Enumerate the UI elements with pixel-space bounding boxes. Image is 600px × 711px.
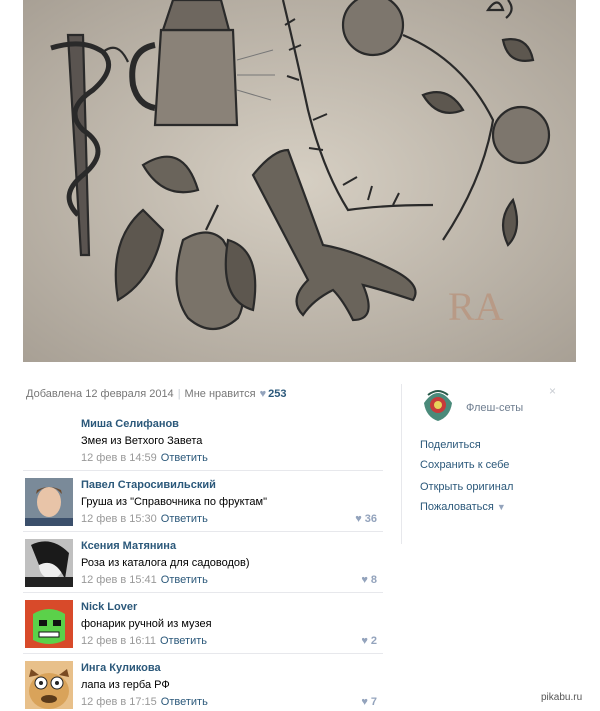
- comment-date[interactable]: 12 фев в 17:15: [81, 696, 157, 708]
- heart-icon: ♥: [355, 513, 362, 525]
- report-link[interactable]: Пожаловаться ▼: [420, 501, 513, 514]
- comment-author[interactable]: Миша Селифанов: [81, 418, 381, 431]
- avatar[interactable]: [25, 417, 73, 465]
- comment-author[interactable]: Ксения Матянина: [81, 540, 381, 553]
- avatar[interactable]: [25, 600, 73, 648]
- comment-like-button[interactable]: ♥ 7: [361, 696, 377, 708]
- comment-text: Змея из Ветхого Завета: [81, 435, 203, 447]
- heart-icon: ♥: [259, 388, 267, 400]
- avatar[interactable]: [25, 539, 73, 587]
- watermark: pikabu.ru: [541, 692, 583, 703]
- heart-icon: ♥: [361, 574, 368, 586]
- meta-separator: |: [177, 388, 181, 400]
- heart-icon: ♥: [361, 696, 368, 708]
- heart-icon: ♥: [361, 635, 368, 647]
- comment-like-button[interactable]: ♥ 36: [355, 513, 377, 525]
- comment-item: Павел Старосивильский Груша из "Справочн…: [23, 471, 383, 532]
- comment-like-count: 7: [370, 696, 377, 708]
- like-count: 253: [268, 388, 287, 400]
- svg-text:RA: RA: [448, 284, 504, 329]
- comment-like-button[interactable]: ♥ 8: [361, 574, 377, 586]
- share-link[interactable]: Поделиться: [420, 439, 513, 452]
- like-label: Мне нравится: [184, 388, 256, 400]
- comment-author[interactable]: Nick Lover: [81, 601, 381, 614]
- sidebar-divider: [401, 384, 402, 544]
- comment-text: фонарик ручной из музея: [81, 618, 212, 630]
- open-original-link[interactable]: Открыть оригинал: [420, 481, 513, 494]
- comment-like-count: 36: [364, 513, 377, 525]
- like-button[interactable]: Мне нравится ♥ 253: [185, 388, 287, 400]
- report-label: Пожаловаться: [420, 501, 494, 513]
- comment-item: Миша Селифанов Змея из Ветхого Завета 12…: [23, 410, 383, 471]
- comments-list: Миша Селифанов Змея из Ветхого Завета 12…: [23, 410, 383, 711]
- album-thumbnail: [420, 385, 456, 423]
- reply-link[interactable]: Ответить: [160, 635, 207, 647]
- comment-item: Nick Lover фонарик ручной из музея 12 фе…: [23, 593, 383, 654]
- added-date: Добавлена 12 февраля 2014: [26, 388, 174, 400]
- photo-meta: Добавлена 12 февраля 2014 | Мне нравится ♥ 2…: [26, 388, 287, 400]
- reply-link[interactable]: Ответить: [161, 452, 208, 464]
- album-name: Флеш-сеты: [466, 402, 524, 414]
- reply-link[interactable]: Ответить: [161, 696, 208, 708]
- photo-actions: Поделиться Сохранить к себе Открыть ориг…: [420, 439, 513, 521]
- comment-author[interactable]: Инга Куликова: [81, 662, 381, 675]
- comment-text: лапа из герба РФ: [81, 679, 170, 691]
- comment-text: Груша из "Справочника по фруктам": [81, 496, 268, 508]
- reply-link[interactable]: Ответить: [161, 574, 208, 586]
- comment-author[interactable]: Павел Старосивильский: [81, 479, 381, 492]
- comment-text: Роза из каталога для садоводов): [81, 557, 250, 569]
- caret-down-icon: ▼: [496, 502, 506, 512]
- avatar[interactable]: [25, 661, 73, 709]
- comment-date[interactable]: 12 фев в 15:41: [81, 574, 157, 586]
- comment-like-count: 8: [370, 574, 377, 586]
- photo-image[interactable]: RA: [23, 0, 576, 362]
- comment-item: Инга Куликова лапа из герба РФ 12 фев в …: [23, 654, 383, 711]
- avatar[interactable]: [25, 478, 73, 526]
- tattoo-flash-illustration: RA: [23, 0, 576, 362]
- close-icon[interactable]: ×: [549, 384, 556, 398]
- save-link[interactable]: Сохранить к себе: [420, 459, 513, 472]
- reply-link[interactable]: Ответить: [161, 513, 208, 525]
- comment-date[interactable]: 12 фев в 16:11: [81, 635, 156, 647]
- comment-like-button[interactable]: ♥ 2: [361, 635, 377, 647]
- comment-like-count: 2: [370, 635, 377, 647]
- comment-date[interactable]: 12 фев в 15:30: [81, 513, 157, 525]
- comment-item: Ксения Матянина Роза из каталога для сад…: [23, 532, 383, 593]
- comment-date[interactable]: 12 фев в 14:59: [81, 452, 157, 464]
